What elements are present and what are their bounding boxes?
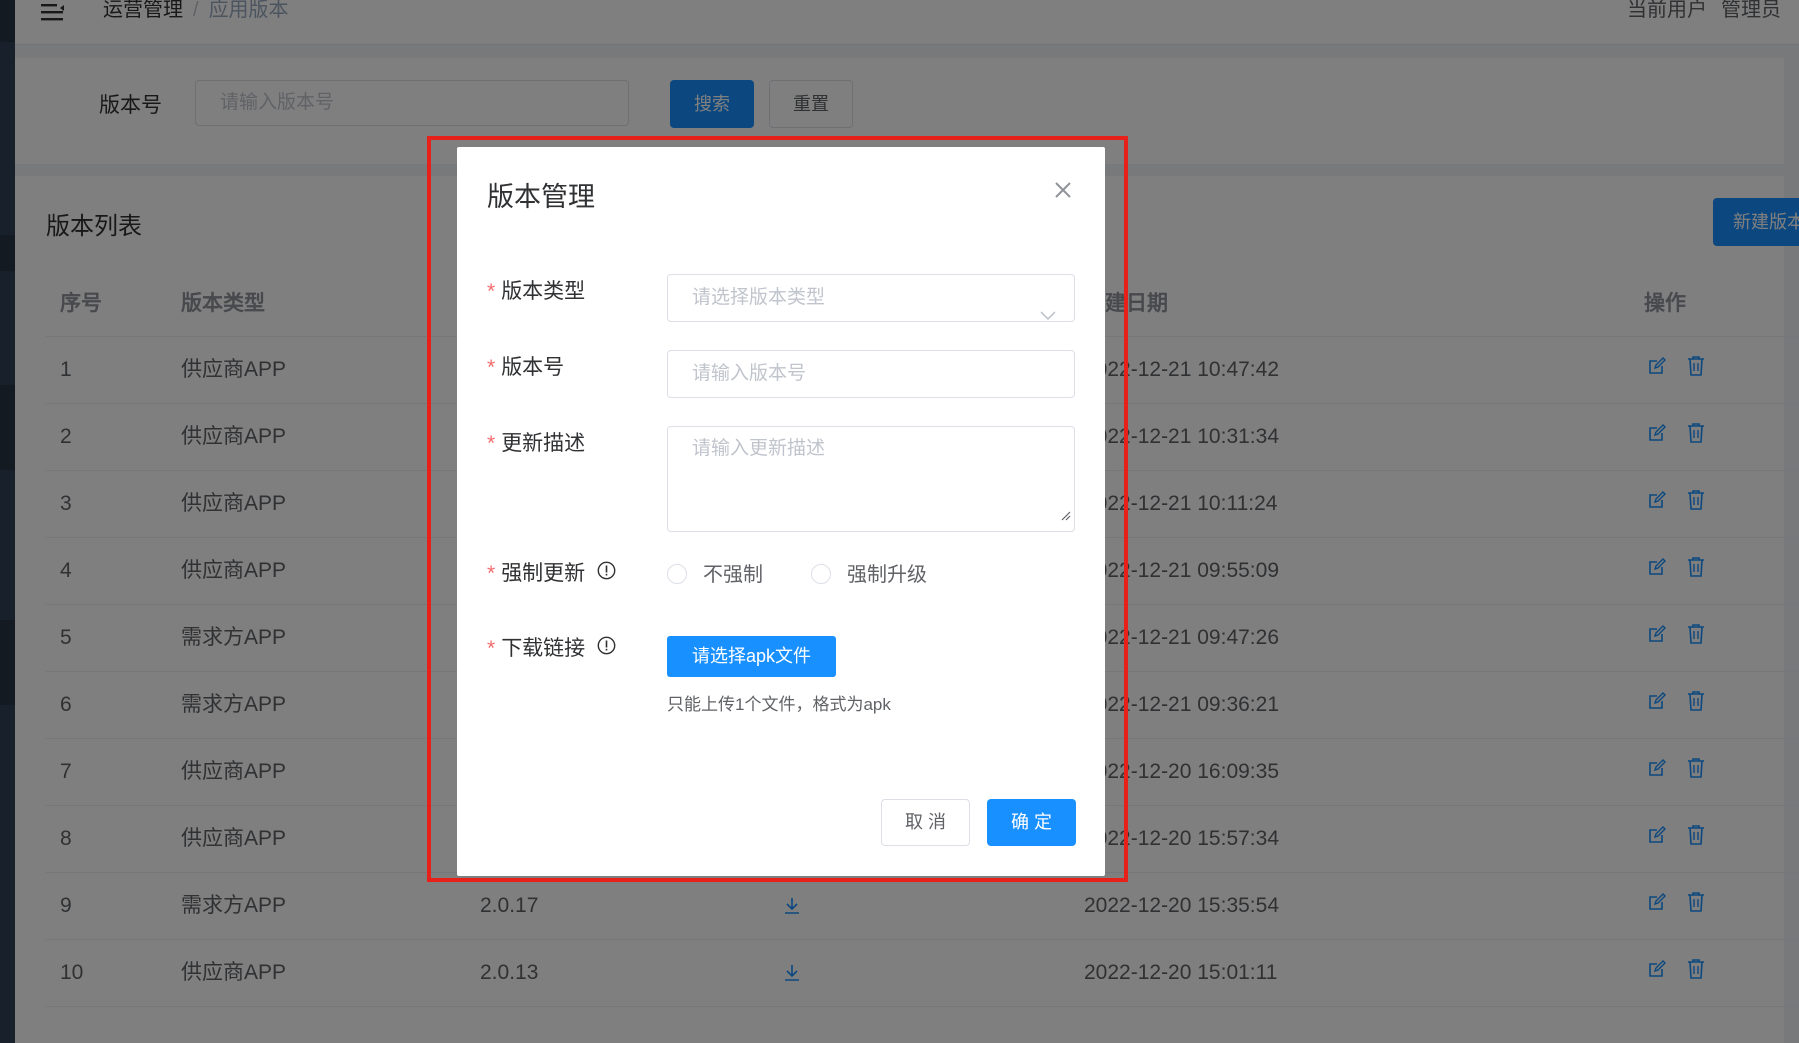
highlight-box [427, 136, 1128, 882]
